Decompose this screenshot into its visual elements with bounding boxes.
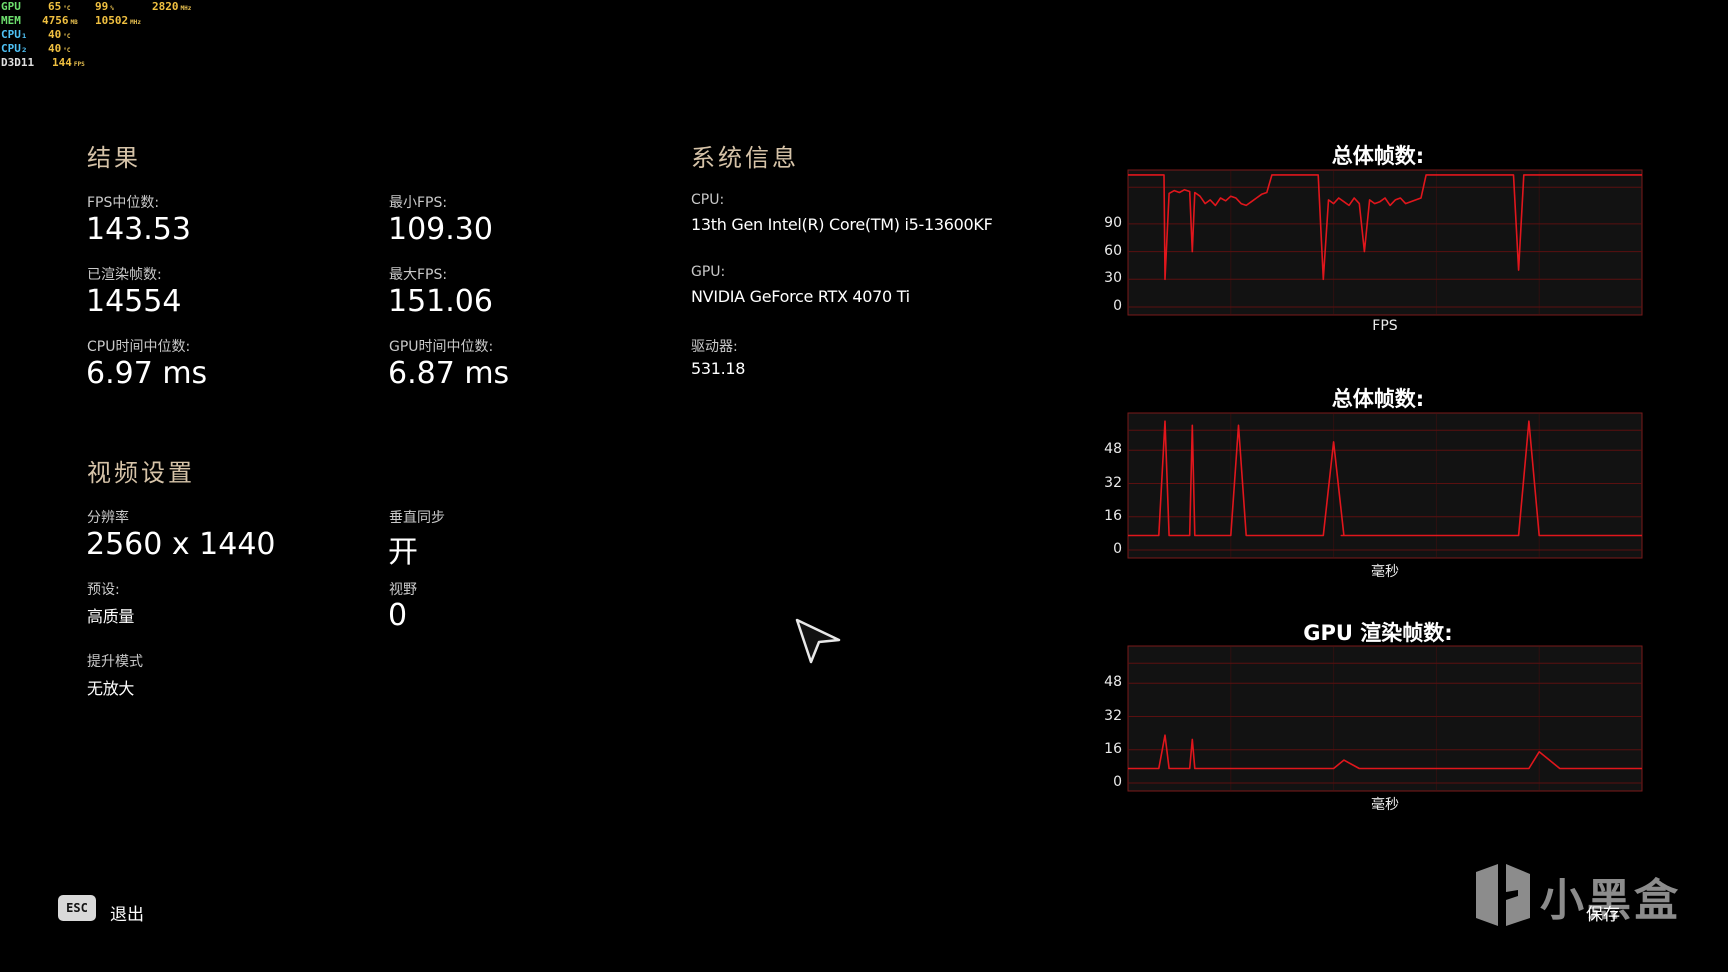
- upscale-label: 提升模式: [87, 654, 143, 670]
- osd-unit: °C: [63, 33, 71, 40]
- osd-label: CPU₁: [1, 28, 28, 41]
- vsync-value: 开: [388, 535, 418, 570]
- cpu-value: 13th Gen Intel(R) Core(TM) i5-13600KF: [691, 215, 993, 234]
- osd-unit: %: [110, 5, 114, 12]
- y-tick-label: 16: [1104, 507, 1122, 524]
- fov-value: 0: [388, 598, 408, 633]
- vsync-label: 垂直同步: [389, 510, 445, 526]
- osd-unit: °C: [63, 47, 71, 54]
- upscale-value: 无放大: [87, 679, 135, 698]
- frames-rendered-label: 已渲染帧数:: [87, 267, 162, 283]
- gpu-render-chart: [1127, 645, 1643, 792]
- gpu-time-label: GPU时间中位数:: [389, 339, 494, 355]
- osd-value: 2820 MHz: [152, 0, 192, 13]
- y-tick-label: 32: [1104, 474, 1122, 491]
- chart-svg: [1127, 645, 1643, 792]
- y-tick-label: 90: [1104, 214, 1122, 231]
- driver-label: 驱动器:: [691, 339, 738, 355]
- video-settings-title: 视频设置: [87, 459, 195, 487]
- gpu-label: GPU:: [691, 264, 726, 280]
- y-tick-label: 0: [1113, 774, 1122, 790]
- fps-median-value: 143.53: [86, 212, 191, 247]
- chart-svg: [1127, 412, 1643, 559]
- preset-value: 高质量: [87, 607, 135, 626]
- fps-median-label: FPS中位数:: [87, 195, 160, 211]
- fps-min-value: 109.30: [388, 212, 493, 247]
- y-tick-label: 16: [1104, 740, 1122, 757]
- esc-key-icon[interactable]: ESC: [58, 895, 96, 921]
- osd-unit: MB: [70, 19, 78, 26]
- y-tick-label: 30: [1104, 270, 1122, 287]
- osd-label: D3D11: [1, 56, 35, 69]
- fps-max-value: 151.06: [388, 284, 493, 319]
- fov-label: 视野: [389, 582, 417, 598]
- plot-area: [1127, 169, 1643, 316]
- chart-svg: [1127, 169, 1643, 316]
- y-tick-label: 0: [1113, 541, 1122, 557]
- cpu-time-label: CPU时间中位数:: [87, 339, 191, 355]
- osd-label: MEM: [1, 14, 21, 27]
- y-tick-label: 48: [1104, 441, 1122, 458]
- osd-value: 10502 MHz: [95, 14, 141, 27]
- fps-min-label: 最小FPS:: [389, 195, 448, 211]
- gpu-value: NVIDIA GeForce RTX 4070 Ti: [691, 287, 910, 306]
- y-tick-label: 60: [1104, 242, 1122, 259]
- frametime-chart-title: 总体帧数:: [1331, 387, 1425, 411]
- fps-chart: [1127, 169, 1643, 316]
- frametime-chart-xlabel: 毫秒: [1371, 564, 1399, 580]
- driver-value: 531.18: [691, 359, 746, 378]
- osd-unit: MHz: [130, 19, 141, 26]
- results-title: 结果: [87, 144, 141, 172]
- osd-unit: °C: [63, 5, 71, 12]
- gpu-time-value: 6.87 ms: [388, 356, 510, 391]
- osd-unit: FPS: [73, 61, 85, 68]
- gpu-render-chart-xlabel: 毫秒: [1371, 797, 1399, 813]
- fps-chart-title: 总体帧数:: [1331, 144, 1425, 168]
- resolution-label: 分辨率: [87, 510, 129, 526]
- preset-label: 预设:: [87, 582, 120, 598]
- cpu-time-value: 6.97 ms: [86, 356, 208, 391]
- frames-rendered-value: 14554: [86, 284, 182, 319]
- fps-max-label: 最大FPS:: [389, 267, 448, 283]
- osd-unit: MHz: [180, 5, 192, 12]
- gpu-render-chart-title: GPU 渲染帧数:: [1303, 621, 1453, 645]
- resolution-value: 2560 x 1440: [86, 527, 276, 562]
- save-button[interactable]: 保存: [1586, 900, 1620, 925]
- frametime-chart: [1127, 412, 1643, 559]
- osd-value: 144 FPS: [52, 56, 85, 69]
- fps-chart-xlabel: FPS: [1372, 318, 1398, 334]
- y-tick-label: 32: [1104, 707, 1122, 724]
- cpu-label: CPU:: [691, 192, 725, 208]
- osd-label: CPU₂: [1, 42, 28, 55]
- exit-button[interactable]: 退出: [110, 900, 144, 925]
- osd-label: GPU: [1, 0, 21, 13]
- mouse-cursor-icon: [795, 618, 841, 664]
- system-info-title: 系统信息: [691, 144, 799, 172]
- y-tick-label: 48: [1104, 674, 1122, 691]
- y-tick-label: 0: [1113, 298, 1122, 314]
- xiaoheihe-logo-icon: [1476, 864, 1530, 926]
